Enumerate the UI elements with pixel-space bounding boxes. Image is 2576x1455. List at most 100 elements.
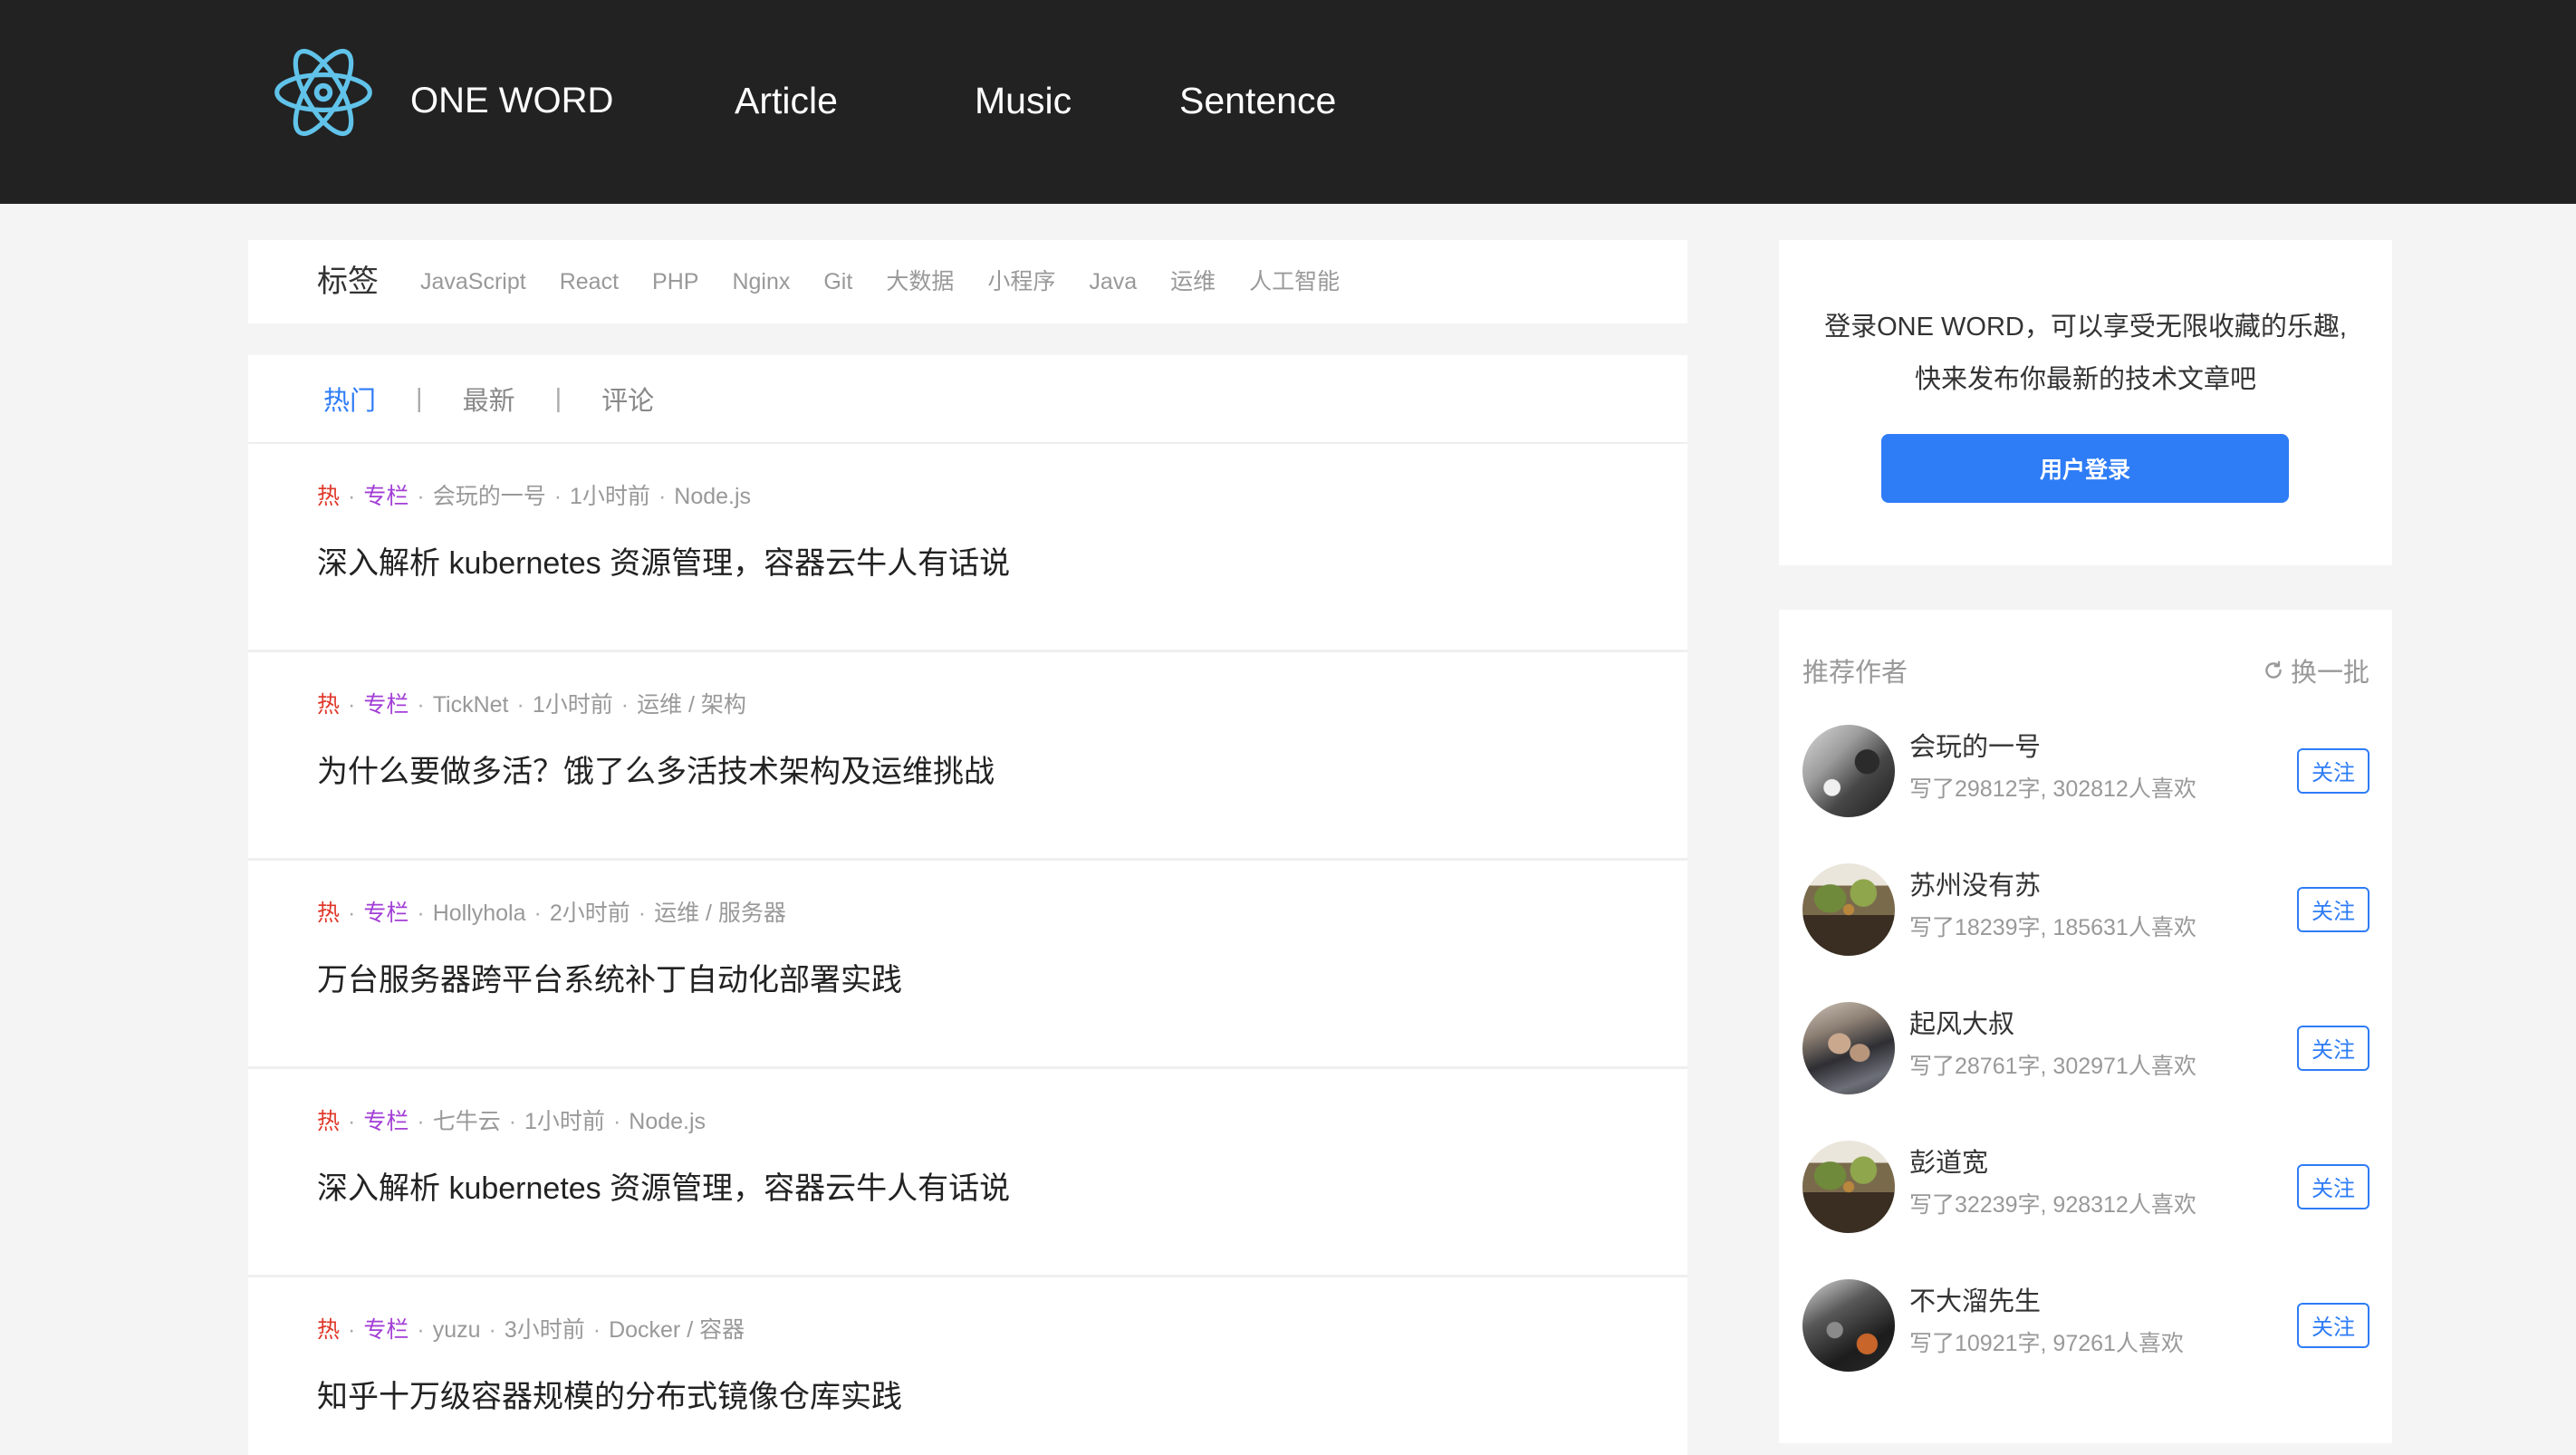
- login-prompt: 登录ONE WORD，可以享受无限收藏的乐趣, 快来发布你最新的技术文章吧: [1779, 301, 2392, 406]
- article-category[interactable]: 运维 / 服务器: [654, 901, 786, 926]
- article-author[interactable]: TickNet: [433, 692, 509, 718]
- article-meta: 热 · 专栏 · Hollyhola · 2小时前 · 运维 / 服务器: [317, 900, 786, 927]
- tags-bar: 标签 JavaScript React PHP Nginx Git 大数据 小程…: [248, 240, 1687, 323]
- author-item: 不大溜先生 写了10921字, 97261人喜欢 关注: [1802, 1256, 2369, 1394]
- tag-list: JavaScript React PHP Nginx Git 大数据 小程序 J…: [420, 268, 1340, 295]
- article-author[interactable]: yuzu: [433, 1317, 481, 1343]
- article-time: 2小时前: [549, 901, 630, 926]
- author-avatar[interactable]: [1802, 862, 1895, 956]
- tag-link[interactable]: 运维: [1170, 268, 1216, 295]
- meta-separator: ·: [508, 1109, 517, 1134]
- tag-link[interactable]: 大数据: [886, 268, 954, 295]
- author-name[interactable]: 起风大叔: [1909, 1008, 2196, 1041]
- author-info: 苏州没有苏 写了18239字, 185631人喜欢: [1909, 870, 2196, 941]
- react-atom-icon[interactable]: [272, 41, 375, 144]
- author-item: 苏州没有苏 写了18239字, 185631人喜欢 关注: [1802, 840, 2369, 978]
- tag-link[interactable]: 人工智能: [1249, 268, 1340, 295]
- article-title[interactable]: 万台服务器跨平台系统补丁自动化部署实践: [317, 962, 902, 998]
- meta-separator: ·: [348, 1109, 356, 1134]
- meta-separator: ·: [612, 1109, 621, 1134]
- feed-tabs: 热门 | 最新 | 评论: [248, 355, 1687, 444]
- author-stats: 写了18239字, 185631人喜欢: [1909, 915, 2196, 940]
- login-button[interactable]: 用户登录: [1881, 434, 2289, 503]
- author-info: 起风大叔 写了28761字, 302971人喜欢: [1909, 1008, 2196, 1080]
- nav-music[interactable]: Music: [975, 78, 1072, 123]
- column-label[interactable]: 专栏: [363, 901, 409, 926]
- tag-link[interactable]: React: [560, 268, 619, 295]
- author-avatar[interactable]: [1802, 1001, 1895, 1094]
- author-avatar[interactable]: [1802, 1140, 1895, 1233]
- meta-separator: ·: [553, 484, 562, 509]
- tag-link[interactable]: Nginx: [732, 268, 790, 295]
- column-label[interactable]: 专栏: [363, 692, 409, 718]
- article-author[interactable]: 七牛云: [433, 1109, 501, 1134]
- article-title[interactable]: 知乎十万级容器规模的分布式镜像仓库实践: [317, 1379, 902, 1415]
- article-meta: 热 · 专栏 · 七牛云 · 1小时前 · Node.js: [317, 1108, 706, 1135]
- tab-comments[interactable]: 评论: [601, 380, 654, 418]
- article-time: 1小时前: [532, 692, 613, 718]
- nav-sentence[interactable]: Sentence: [1179, 78, 1336, 123]
- tag-link[interactable]: PHP: [652, 268, 698, 295]
- tag-link[interactable]: Git: [823, 268, 852, 295]
- author-stats: 写了28761字, 302971人喜欢: [1909, 1054, 2196, 1079]
- author-info: 不大溜先生 写了10921字, 97261人喜欢: [1909, 1286, 2184, 1357]
- hot-badge: 热: [317, 901, 341, 926]
- meta-separator: ·: [638, 901, 647, 926]
- follow-button[interactable]: 关注: [2297, 886, 2369, 932]
- login-card: 登录ONE WORD，可以享受无限收藏的乐趣, 快来发布你最新的技术文章吧 用户…: [1779, 240, 2392, 565]
- follow-button[interactable]: 关注: [2297, 1025, 2369, 1071]
- article-title[interactable]: 深入解析 kubernetes 资源管理，容器云牛人有话说: [317, 545, 1010, 582]
- article-feed: 热门 | 最新 | 评论 热 · 专栏 · 会玩的一号 · 1小时前 · Node.js 深入解…: [248, 355, 1687, 1455]
- article-time: 1小时前: [570, 484, 650, 509]
- article-title[interactable]: 为什么要做多活？饿了么多活技术架构及运维挑战: [317, 754, 995, 790]
- tag-link[interactable]: 小程序: [987, 268, 1055, 295]
- hot-badge: 热: [317, 1109, 341, 1134]
- follow-button[interactable]: 关注: [2297, 1163, 2369, 1209]
- meta-separator: ·: [348, 1317, 356, 1343]
- authors-title: 推荐作者: [1802, 659, 1908, 688]
- author-avatar[interactable]: [1802, 724, 1895, 817]
- tag-link[interactable]: JavaScript: [420, 268, 526, 295]
- meta-separator: ·: [516, 692, 524, 718]
- recommended-authors: 推荐作者 换一批 会玩的一号 写了29812字, 302812人喜欢 关注 苏州…: [1779, 610, 2392, 1443]
- article-meta: 热 · 专栏 · yuzu · 3小时前 · Docker / 容器: [317, 1316, 745, 1344]
- article-title[interactable]: 深入解析 kubernetes 资源管理，容器云牛人有话说: [317, 1171, 1010, 1207]
- tag-link[interactable]: Java: [1089, 268, 1137, 295]
- article-category[interactable]: Node.js: [674, 484, 751, 509]
- author-stats: 写了32239字, 928312人喜欢: [1909, 1192, 2196, 1218]
- article-author[interactable]: Hollyhola: [433, 901, 526, 926]
- author-name[interactable]: 不大溜先生: [1909, 1286, 2184, 1318]
- column-label[interactable]: 专栏: [363, 1109, 409, 1134]
- tab-latest[interactable]: 最新: [463, 380, 515, 418]
- article-time: 3小时前: [504, 1317, 585, 1343]
- meta-separator: ·: [417, 484, 425, 509]
- brand-name[interactable]: ONE WORD: [410, 78, 613, 123]
- author-name[interactable]: 会玩的一号: [1909, 731, 2196, 764]
- article-category[interactable]: Docker / 容器: [609, 1317, 745, 1343]
- tab-separator: |: [416, 383, 423, 413]
- author-item: 彭道宽 写了32239字, 928312人喜欢 关注: [1802, 1117, 2369, 1256]
- author-avatar[interactable]: [1802, 1278, 1895, 1372]
- article-author[interactable]: 会玩的一号: [433, 484, 546, 509]
- follow-button[interactable]: 关注: [2297, 747, 2369, 794]
- article-category[interactable]: Node.js: [629, 1109, 706, 1134]
- meta-separator: ·: [592, 1317, 601, 1343]
- nav-article[interactable]: Article: [735, 78, 838, 123]
- follow-button[interactable]: 关注: [2297, 1302, 2369, 1348]
- author-item: 会玩的一号 写了29812字, 302812人喜欢 关注: [1802, 701, 2369, 840]
- login-prompt-line: 快来发布你最新的技术文章吧: [1914, 365, 2256, 394]
- meta-separator: ·: [417, 692, 425, 718]
- column-label[interactable]: 专栏: [363, 1317, 409, 1343]
- author-name[interactable]: 苏州没有苏: [1909, 870, 2196, 902]
- author-stats: 写了29812字, 302812人喜欢: [1909, 776, 2196, 802]
- author-name[interactable]: 彭道宽: [1909, 1147, 2196, 1180]
- meta-separator: ·: [658, 484, 667, 509]
- author-stats: 写了10921字, 97261人喜欢: [1909, 1331, 2184, 1356]
- meta-separator: ·: [417, 1109, 425, 1134]
- column-label[interactable]: 专栏: [363, 484, 409, 509]
- article-category[interactable]: 运维 / 架构: [637, 692, 746, 718]
- refresh-button[interactable]: 换一批: [2262, 651, 2369, 689]
- meta-separator: ·: [348, 692, 356, 718]
- tab-hot[interactable]: 热门: [323, 380, 376, 418]
- authors-header: 推荐作者 换一批: [1802, 651, 2369, 689]
